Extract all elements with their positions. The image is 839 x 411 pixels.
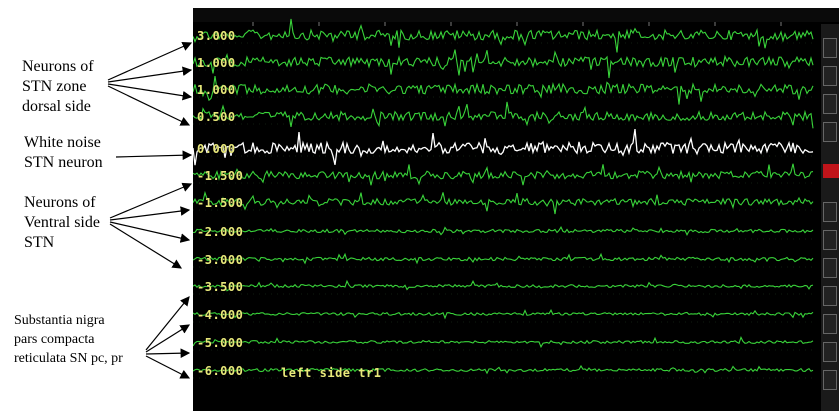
arrow-sn-4 — [145, 355, 191, 379]
sidebar-box — [823, 122, 837, 142]
sidebar-box — [823, 314, 837, 334]
scale-label: 1.000 — [197, 83, 236, 97]
scale-label: 3.000 — [197, 29, 236, 43]
recording-panel: 3.000 1.000 1.000 0.500 0.000 -1.500 -1.500 -2.… — [193, 8, 839, 411]
arrow-dorsal-2 — [107, 66, 193, 83]
scale-label: -2.000 — [197, 225, 244, 239]
channel-sidebar — [821, 24, 839, 411]
sidebar-box — [823, 342, 837, 362]
sidebar-box — [823, 94, 837, 114]
arrow-dorsal-4 — [107, 85, 191, 126]
neuron-trace — [193, 101, 814, 129]
sidebar-box — [823, 38, 837, 58]
sidebar-box — [823, 258, 837, 278]
neuron-trace — [193, 335, 814, 349]
trial-label: left side tr1 — [281, 366, 382, 380]
neuron-trace — [193, 190, 814, 215]
neuron-trace — [193, 226, 814, 237]
sidebar-box — [823, 230, 837, 250]
arrow-dorsal-1 — [107, 42, 193, 81]
scale-label: -1.500 — [197, 196, 244, 210]
neuron-trace — [193, 163, 814, 186]
trace-canvas — [193, 18, 814, 379]
scale-label: 1.000 — [197, 56, 236, 70]
scale-label: -3.000 — [197, 253, 244, 267]
arrow-sn-2 — [145, 324, 191, 353]
scale-label: -5.000 — [197, 336, 244, 350]
scale-label: -4.000 — [197, 308, 244, 322]
neuron-trace — [193, 279, 814, 292]
arrow-ventral-1 — [109, 182, 193, 219]
arrow-sn-1 — [145, 296, 190, 351]
scale-label: -6.000 — [197, 364, 244, 378]
neuron-trace — [193, 309, 814, 320]
scale-label: 0.000 — [197, 142, 236, 156]
scale-label: -1.500 — [197, 169, 244, 183]
white-noise-trace — [193, 129, 814, 166]
neuron-trace — [193, 252, 814, 265]
scale-label: 0.500 — [197, 110, 236, 124]
arrow-dorsal-3 — [107, 83, 193, 101]
arrow-sn-3 — [145, 348, 191, 358]
arrow-ventral-2 — [109, 206, 191, 221]
active-channel-marker — [823, 164, 839, 178]
neuron-trace — [193, 49, 814, 79]
scale-label: -3.500 — [197, 280, 244, 294]
sidebar-box — [823, 286, 837, 306]
neuron-trace — [193, 76, 814, 105]
sidebar-box — [823, 66, 837, 86]
arrow-white-noise — [115, 150, 193, 161]
sidebar-box — [823, 370, 837, 390]
sidebar-box — [823, 202, 837, 222]
neuron-trace — [193, 18, 814, 53]
